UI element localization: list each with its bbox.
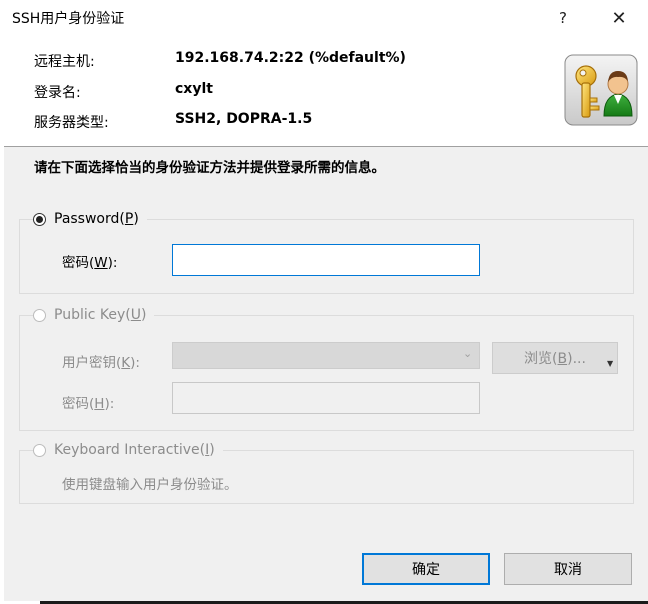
key-passphrase-input[interactable] [172, 382, 480, 414]
instruction-text: 请在下面选择恰当的身份验证方法并提供登录所需的信息。 [34, 160, 385, 176]
help-icon: ? [559, 9, 567, 27]
user-key-select[interactable]: ⌄ [172, 342, 480, 369]
host-value: 192.168.74.2:22 (%default%) [175, 50, 406, 66]
cancel-button[interactable]: 取消 [504, 553, 632, 585]
password-radio[interactable] [33, 212, 46, 226]
user-label: 登录名: [34, 85, 81, 101]
publickey-radio-label: Public Key(U) [52, 307, 151, 323]
user-key-label: 用户密钥(K): [62, 355, 140, 371]
password-radio-option[interactable]: Password(P) [33, 211, 147, 227]
publickey-radio[interactable] [33, 308, 46, 322]
key-passphrase-label: 密码(H): [62, 396, 115, 412]
user-key-icon [564, 54, 638, 126]
server-type-value: SSH2, DOPRA-1.5 [175, 111, 313, 127]
host-label: 远程主机: [34, 54, 95, 70]
password-radio-label: Password(P) [52, 211, 143, 227]
browse-button[interactable]: 浏览(B)... ▼ [492, 342, 618, 374]
dropdown-arrow-icon: ▼ [607, 359, 614, 368]
close-icon: ✕ [611, 7, 627, 29]
password-input[interactable] [172, 244, 480, 276]
keyboard-radio[interactable] [33, 443, 46, 457]
chevron-down-icon: ⌄ [463, 347, 473, 360]
publickey-radio-option[interactable]: Public Key(U) [33, 307, 155, 323]
window-title: SSH用户身份验证 [12, 11, 125, 27]
keyboard-radio-option[interactable]: Keyboard Interactive(I) [33, 442, 223, 458]
user-value: cxylt [175, 81, 213, 97]
server-type-label: 服务器类型: [34, 115, 109, 131]
close-button[interactable]: ✕ [594, 0, 644, 36]
keyboard-description: 使用键盘输入用户身份验证。 [62, 477, 238, 493]
help-button[interactable]: ? [538, 0, 588, 36]
password-field-label: 密码(W): [62, 255, 118, 271]
ok-button[interactable]: 确定 [362, 553, 490, 585]
left-edge [0, 147, 4, 604]
keyboard-radio-label: Keyboard Interactive(I) [52, 442, 219, 458]
